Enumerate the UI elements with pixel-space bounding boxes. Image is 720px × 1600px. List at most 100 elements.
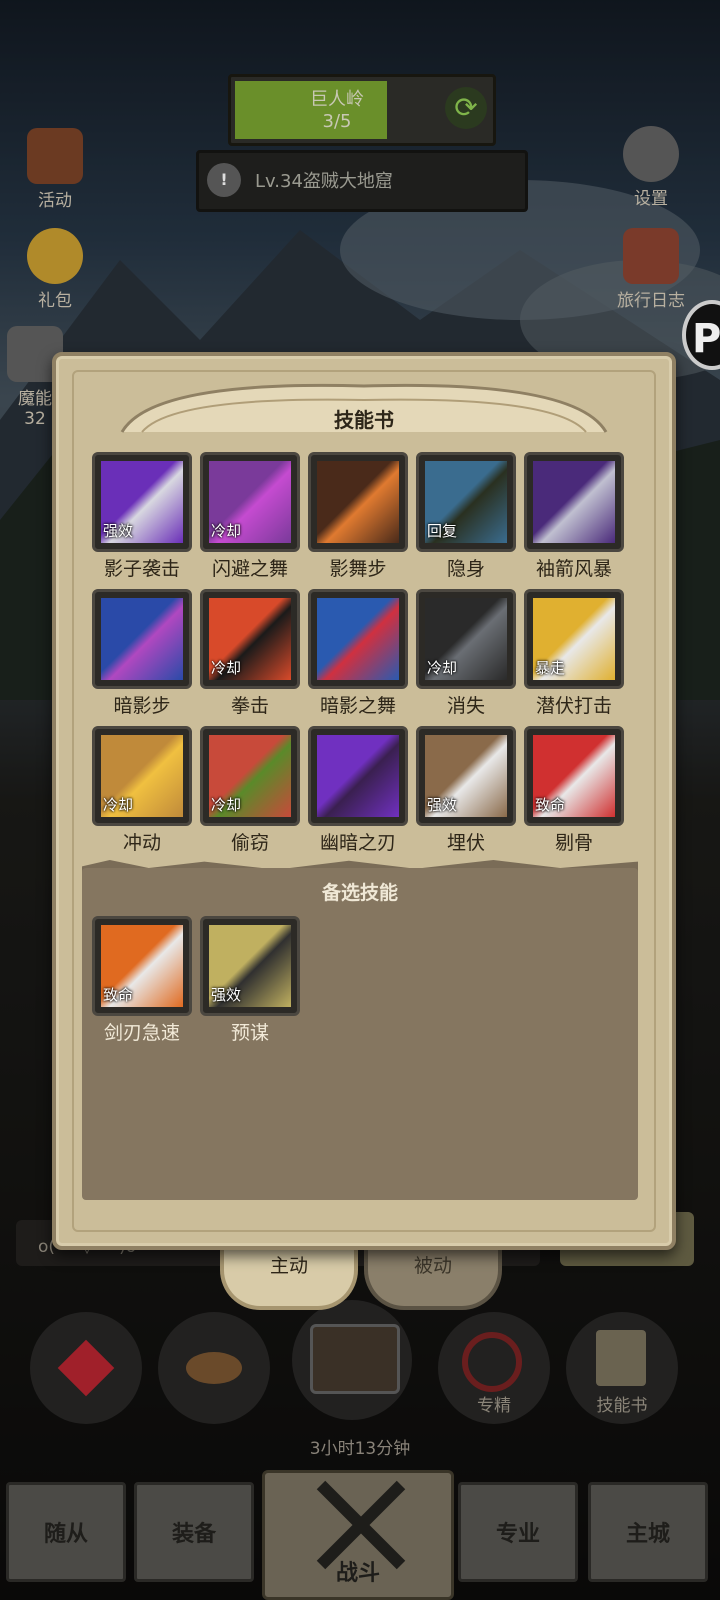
skill-slot[interactable]: 冷却消失 [416, 589, 516, 719]
treasure-chest-icon [310, 1324, 400, 1394]
skill-slot[interactable]: 强效预谋 [200, 916, 300, 1046]
skill-book-button[interactable]: 技能书 [566, 1312, 678, 1424]
skill-name: 影舞步 [329, 558, 387, 580]
skill-name: 袖箭风暴 [535, 558, 612, 580]
skill-slot[interactable]: 暴走 潜伏打击 [524, 589, 624, 719]
skill-slot[interactable]: 袖箭风暴 [524, 452, 624, 582]
skill-tag: 冷却 [211, 659, 242, 677]
potion-button[interactable] [30, 1312, 142, 1424]
bread-icon [186, 1352, 242, 1384]
skill-icon-frame: 强效 [416, 726, 516, 826]
skill-name: 冲动 [122, 832, 161, 854]
skill-icon-frame: 致命 [524, 726, 624, 826]
skill-tag: 回复 [427, 522, 458, 540]
skill-slot[interactable]: 幽暗之刃 [308, 726, 408, 856]
skill-book-icon [596, 1330, 646, 1386]
skill-slot[interactable]: 强效 埋伏 [416, 726, 516, 856]
sidebar-item-journal[interactable]: 旅行日志 [606, 228, 696, 311]
skill-slot[interactable]: 暗影步 [92, 589, 192, 719]
skill-tag: 冷却 [427, 659, 458, 677]
magic-value: 32 [24, 409, 46, 429]
skill-slot[interactable]: 致命剔骨 [524, 726, 624, 856]
skill-name: 闪避之舞 [211, 558, 288, 580]
skill-tag: 致命 [535, 796, 566, 814]
skill-name: 偷窃 [230, 832, 269, 854]
sidebar-item-label: 设置 [634, 189, 668, 209]
level-progress-text: 3/5 [322, 111, 352, 132]
specialization-button[interactable]: 专精 [438, 1312, 550, 1424]
sidebar-item-label: 活动 [38, 191, 72, 211]
skill-slot[interactable]: 影舞步 [308, 452, 408, 582]
skill-tag: 强效 [211, 986, 242, 1004]
skill-icon [533, 461, 615, 543]
skill-slot[interactable]: 回复隐身 [416, 452, 516, 582]
alert-icon: ! [207, 163, 241, 197]
skill-tag: 强效 [427, 796, 458, 814]
skill-name: 剔骨 [554, 832, 593, 854]
bottom-nav: 随从 装备 战斗 专业 主城 [0, 1470, 720, 1600]
bread-button[interactable] [158, 1312, 270, 1424]
skill-tag: 强效 [103, 522, 134, 540]
nav-profession[interactable]: 专业 [458, 1482, 578, 1582]
skill-slot[interactable]: 冷却 偷窃 [200, 726, 300, 856]
nav-equipment[interactable]: 装备 [134, 1482, 254, 1582]
skill-icon-frame: 冷却 [92, 726, 192, 826]
notice-bar[interactable]: ! Lv.34盗贼大地窟 [196, 150, 528, 212]
skill-name: 消失 [446, 695, 485, 717]
skill-slot[interactable]: 致命 剑刃急速 [92, 916, 192, 1046]
sidebar-item-label: 魔能 [18, 389, 52, 409]
skill-name: 影子袭击 [103, 558, 180, 580]
skill-tag: 冷却 [211, 522, 242, 540]
skill-name: 暗影步 [113, 695, 171, 717]
nav-main-city[interactable]: 主城 [588, 1482, 708, 1582]
skill-name: 剑刃急速 [103, 1022, 180, 1044]
skill-name: 潜伏打击 [535, 695, 612, 717]
activity-board-icon [27, 128, 83, 184]
nav-battle-label: 战斗 [335, 1561, 380, 1586]
level-progress-bar[interactable]: 巨人岭 3/5 ⟳ [228, 74, 496, 146]
gear-icon [623, 126, 679, 182]
level-name: 巨人岭 [310, 89, 364, 110]
potion-icon [57, 1339, 115, 1397]
skill-name: 暗影之舞 [319, 695, 396, 717]
skill-tag: 致命 [103, 986, 134, 1004]
skill-slot[interactable]: 冷却拳击 [200, 589, 300, 719]
skill-slot[interactable]: 冷却 闪避之舞 [200, 452, 300, 582]
skill-icon [317, 598, 399, 680]
skill-slot[interactable]: 强效 影子袭击 [92, 452, 192, 582]
treasure-chest-button[interactable] [292, 1300, 412, 1420]
reserve-skills-section: 备选技能 致命 剑刃急速 强效 预谋 [82, 868, 638, 1200]
skill-icon [317, 461, 399, 543]
refresh-icon[interactable]: ⟳ [445, 87, 487, 129]
skill-icon-frame: 强效 [200, 916, 300, 1016]
sidebar-item-label: 礼包 [38, 291, 72, 311]
journal-icon [623, 228, 679, 284]
skill-icon-frame: 强效 [92, 452, 192, 552]
skill-icon [317, 735, 399, 817]
skill-book-label: 技能书 [596, 1396, 648, 1416]
sidebar-item-gift[interactable]: 礼包 [10, 228, 100, 311]
gift-coin-icon [27, 228, 83, 284]
skill-icon-frame [92, 589, 192, 689]
skill-icon-frame: 冷却 [200, 452, 300, 552]
skill-icon-frame: 冷却 [416, 589, 516, 689]
specialization-label: 专精 [477, 1396, 511, 1416]
skill-slot[interactable]: 冷却 冲动 [92, 726, 192, 856]
skill-icon-frame [308, 452, 408, 552]
skill-icon-frame: 冷却 [200, 726, 300, 826]
skill-book-panel: 技能书 强效 影子袭击 冷却 闪避之舞 影舞步 回复 隐身 袖箭风暴 暗影步 冷却 拳击 暗影之舞 冷却… [52, 352, 676, 1250]
sidebar-item-label: 旅行日志 [617, 291, 685, 311]
skill-name: 幽暗之刃 [319, 832, 396, 854]
notice-text: Lv.34盗贼大地窟 [255, 171, 393, 192]
skill-name: 预谋 [230, 1022, 269, 1044]
skill-icon [101, 598, 183, 680]
skill-name: 拳击 [230, 695, 269, 717]
sidebar-item-activity[interactable]: 活动 [10, 128, 100, 211]
nav-followers[interactable]: 随从 [6, 1482, 126, 1582]
nav-battle[interactable]: 战斗 [262, 1470, 454, 1600]
skill-slot[interactable]: 暗影之舞 [308, 589, 408, 719]
skill-icon-frame: 回复 [416, 452, 516, 552]
sidebar-item-settings[interactable]: 设置 [606, 126, 696, 209]
skill-name: 隐身 [446, 558, 485, 580]
skill-icon-frame: 暴走 [524, 589, 624, 689]
